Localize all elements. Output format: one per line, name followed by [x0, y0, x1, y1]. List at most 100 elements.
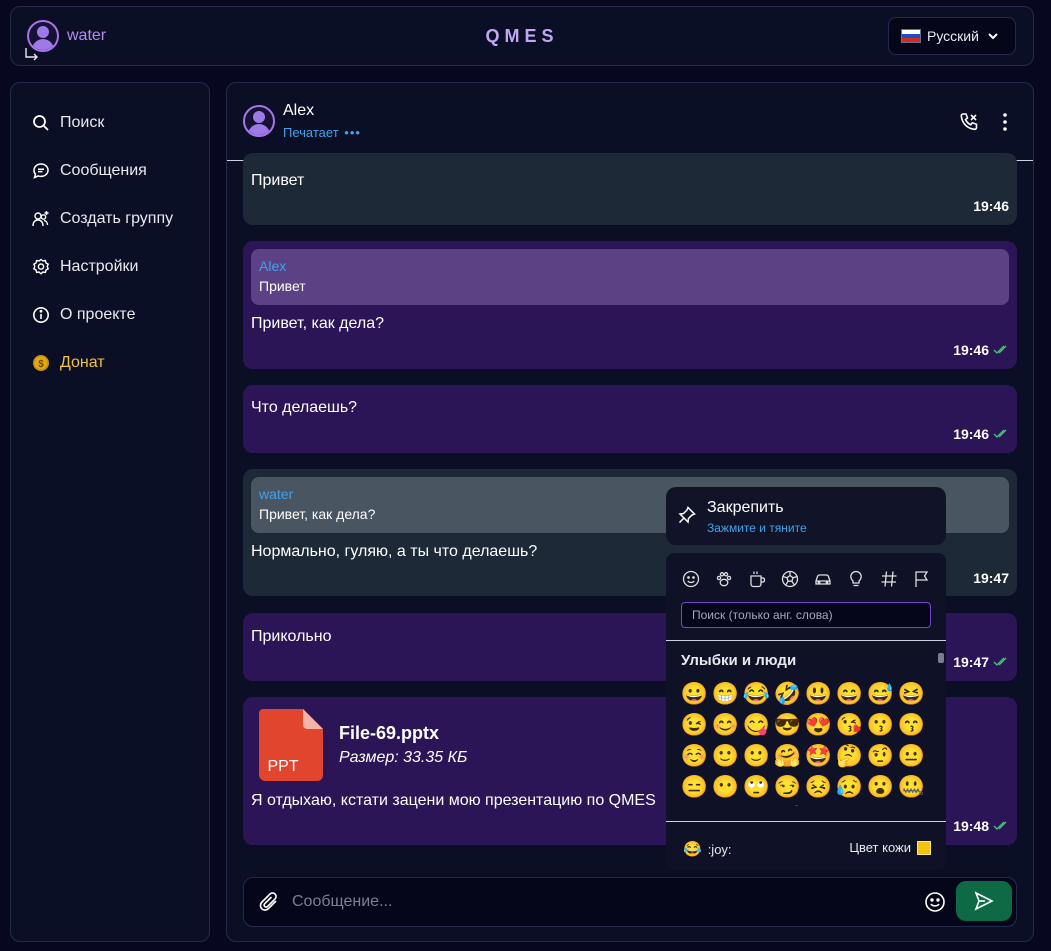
emoji-cell[interactable]: 😣: [803, 771, 834, 802]
emoji-cell[interactable]: 😆: [896, 678, 927, 709]
emoji-cell[interactable]: 😋: [741, 709, 772, 740]
emoji-cell[interactable]: 🤐: [896, 771, 927, 802]
reply-author: Alex: [259, 258, 287, 274]
message-time: 19:48: [953, 818, 1009, 834]
message-time-label: 19:47: [953, 654, 989, 670]
emoji-cell[interactable]: 😪: [710, 802, 741, 806]
message-text: Нормально, гуляю, а ты что делаешь?: [251, 543, 538, 560]
logout-icon[interactable]: [25, 47, 39, 61]
message-time: 19:46: [953, 342, 1009, 358]
emoji-cell[interactable]: 😑: [679, 771, 710, 802]
emoji-cell[interactable]: 🤨: [865, 740, 896, 771]
emoji-cell[interactable]: 😶: [710, 771, 741, 802]
emoji-cell[interactable]: 😂: [741, 678, 772, 709]
info-icon: [33, 307, 49, 323]
emoji-cell[interactable]: 😍: [803, 709, 834, 740]
emoji-cell[interactable]: 😫: [741, 802, 772, 806]
emoji-cell[interactable]: 🙄: [741, 771, 772, 802]
file-ext-label: PPT: [267, 758, 298, 775]
cup-category-icon[interactable]: [748, 570, 766, 588]
message-input[interactable]: [292, 890, 892, 914]
emoji-cell[interactable]: 😌: [803, 802, 834, 806]
emoji-cell[interactable]: 😊: [710, 709, 741, 740]
sidebar-item-about[interactable]: О проекте: [11, 291, 209, 339]
bulb-category-icon[interactable]: [847, 570, 865, 588]
peer-name[interactable]: Alex: [283, 102, 314, 120]
skin-tone-swatch[interactable]: [917, 840, 931, 855]
emoji-cell[interactable]: 🤣: [772, 678, 803, 709]
emoji-cell[interactable]: 😏: [772, 771, 803, 802]
pin-icon: [678, 506, 696, 524]
pptx-file-icon[interactable]: PPT: [259, 709, 323, 781]
add-group-icon: [32, 211, 49, 227]
emoji-cell[interactable]: 😁: [710, 678, 741, 709]
sidebar-item-messages[interactable]: Сообщения: [11, 147, 209, 195]
emoji-cell[interactable]: 😥: [834, 771, 865, 802]
paperclip-icon[interactable]: [258, 891, 280, 913]
message-outgoing[interactable]: Что делаешь? 19:46: [243, 385, 1017, 453]
coin-icon: $: [33, 355, 49, 371]
emoji-cell[interactable]: 😄: [834, 678, 865, 709]
message-time-label: 19:47: [973, 570, 1009, 586]
emoji-cell[interactable]: 🤩: [803, 740, 834, 771]
message-time: 19:46: [953, 426, 1009, 442]
emoji-cell[interactable]: 🙂: [710, 740, 741, 771]
ball-category-icon[interactable]: [781, 570, 799, 588]
sidebar-item-search[interactable]: Поиск: [11, 99, 209, 147]
file-name[interactable]: File-69.pptx: [339, 723, 439, 744]
emoji-cell[interactable]: 😀: [679, 678, 710, 709]
emoji-cell[interactable]: 😮: [865, 771, 896, 802]
emoji-cell[interactable]: 😙: [896, 709, 927, 740]
emoji-cell[interactable]: 🤗: [772, 740, 803, 771]
phone-call-icon[interactable]: [959, 112, 979, 132]
pin-context-menu[interactable]: Закрепить Зажмите и тяните: [666, 487, 946, 545]
paw-category-icon[interactable]: [715, 570, 733, 588]
flag-category-icon[interactable]: [913, 570, 931, 588]
emoji-cell[interactable]: 😘: [834, 709, 865, 740]
emoji-cell[interactable]: 😜: [865, 802, 896, 806]
emoji-cell[interactable]: 😯: [679, 802, 710, 806]
emoji-preview: 😂 :joy:: [683, 840, 732, 858]
language-select[interactable]: Русский: [888, 17, 1016, 55]
emoji-cell[interactable]: 😉: [679, 709, 710, 740]
chat-bubble-icon: [33, 163, 49, 179]
emoji-cell[interactable]: 🙂: [741, 740, 772, 771]
emoji-cell[interactable]: 😗: [865, 709, 896, 740]
emoji-cell[interactable]: 😴: [772, 802, 803, 806]
emoji-cell[interactable]: ☺️: [679, 740, 710, 771]
message-incoming[interactable]: Привет 19:46: [243, 153, 1017, 225]
emoji-search-input[interactable]: [681, 602, 931, 628]
brand-title: QMES: [485, 26, 559, 46]
gear-icon: [32, 258, 50, 275]
emoji-cell[interactable]: 😛: [834, 802, 865, 806]
message-text: Что делаешь?: [251, 399, 358, 416]
double-check-icon: [993, 657, 1007, 666]
sidebar-item-donate[interactable]: $ Донат: [11, 339, 209, 387]
more-vertical-icon[interactable]: [995, 111, 1015, 133]
divider: [666, 821, 946, 822]
sidebar-item-label: Создать группу: [60, 210, 174, 227]
car-category-icon[interactable]: [814, 570, 832, 588]
russia-flag-icon: [901, 29, 921, 43]
emoji-category-bar: [682, 570, 946, 588]
message-outgoing[interactable]: Alex Привет Привет, как дела? 19:46: [243, 241, 1017, 369]
emoji-cell[interactable]: 😃: [803, 678, 834, 709]
emoji-scrollbar[interactable]: [938, 649, 944, 801]
emoji-icon[interactable]: [924, 891, 946, 913]
emoji-cell[interactable]: 😎: [772, 709, 803, 740]
peer-avatar[interactable]: [243, 105, 275, 137]
send-button[interactable]: [956, 881, 1012, 921]
smiley-category-icon[interactable]: [682, 570, 700, 588]
emoji-cell[interactable]: 😐: [896, 740, 927, 771]
hash-category-icon[interactable]: [880, 570, 898, 588]
sidebar-item-create-group[interactable]: Создать группу: [11, 195, 209, 243]
message-time: 19:47: [973, 570, 1009, 586]
emoji-cell[interactable]: 😝: [896, 802, 927, 806]
sidebar-item-settings[interactable]: Настройки: [11, 243, 209, 291]
skin-tone-selector[interactable]: Цвет кожи: [849, 840, 931, 855]
message-text: Прикольно: [251, 628, 332, 645]
reply-quote[interactable]: Alex Привет: [251, 249, 1009, 305]
emoji-cell[interactable]: 🤔: [834, 740, 865, 771]
emoji-cell[interactable]: 😅: [865, 678, 896, 709]
send-icon: [974, 891, 994, 911]
